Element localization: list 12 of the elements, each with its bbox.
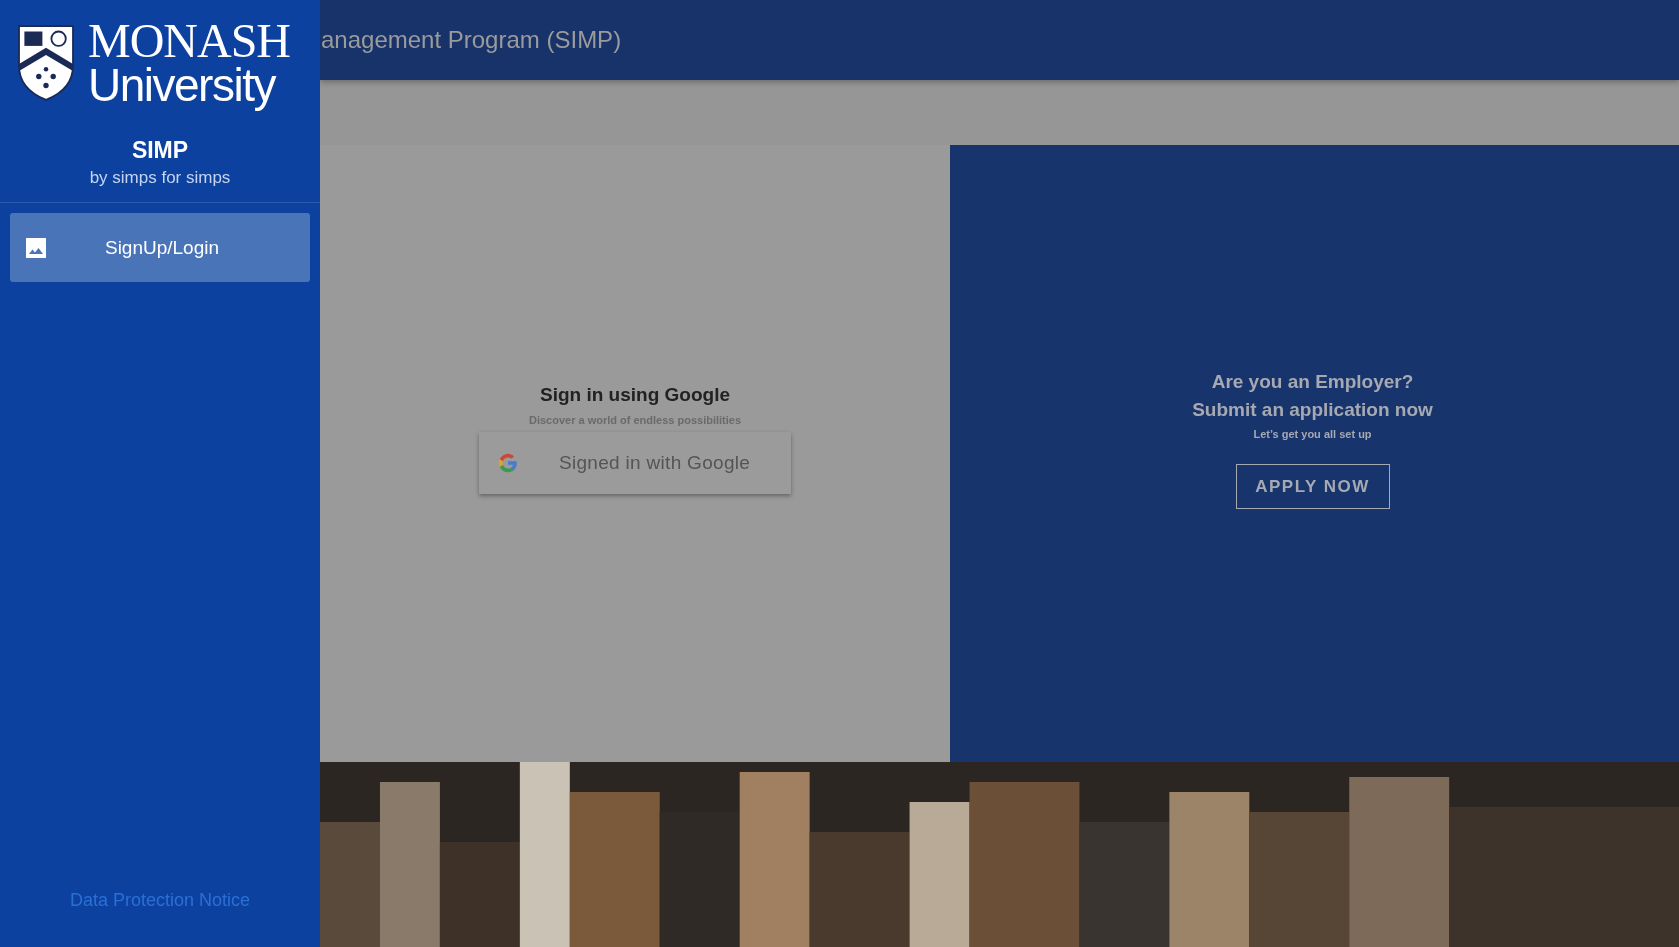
app-tagline: by simps for simps — [89, 168, 231, 189]
apply-now-button[interactable]: APPLY NOW — [1235, 464, 1390, 509]
google-icon — [497, 451, 519, 474]
app-name: SIMP — [131, 137, 189, 165]
card-subtitle: Let’s get you all set up — [1253, 428, 1372, 440]
google-sign-in-button[interactable]: Signed in with Google — [479, 431, 791, 494]
card-title: Are you an Employer? — [1211, 370, 1414, 394]
nav-item[interactable]: SignUp/Login — [10, 213, 310, 283]
card-title: Sign in using Google — [540, 383, 730, 406]
image-icon — [24, 235, 48, 260]
card-title: Submit an application now — [1192, 398, 1433, 422]
page-title: anagement Program (SIMP) — [320, 26, 622, 54]
